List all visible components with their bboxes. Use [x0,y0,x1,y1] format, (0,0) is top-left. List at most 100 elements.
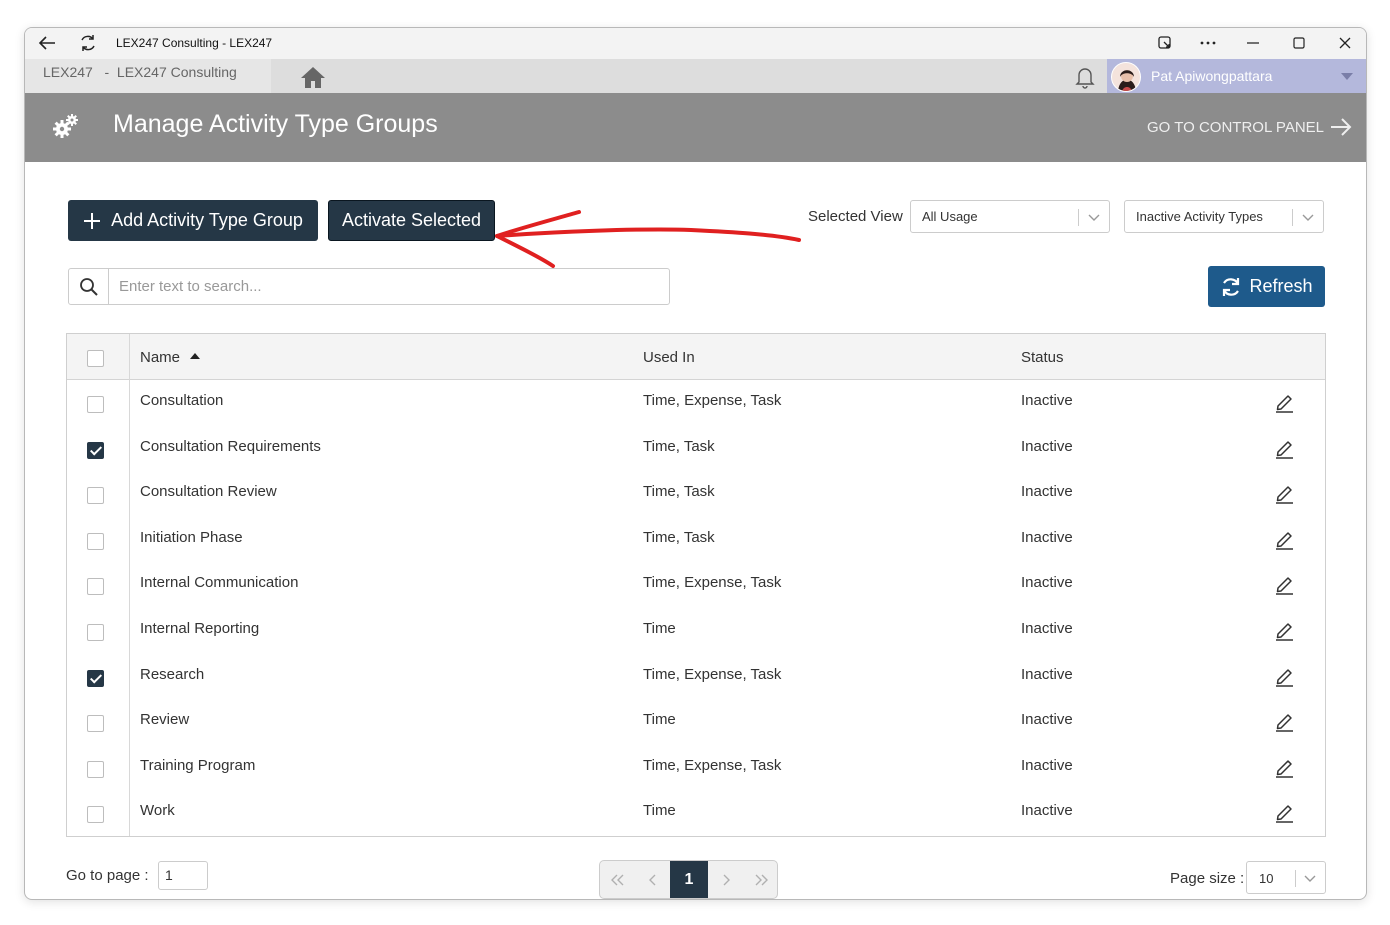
reload-icon[interactable] [76,32,100,54]
table-row[interactable]: Initiation Phase Time, Task Inactive [67,518,1325,564]
row-checkbox[interactable] [87,669,104,687]
row-used-in: Time, Expense, Task [643,392,782,409]
user-name[interactable]: Pat Apiwongpattara [1151,68,1272,84]
arrow-right-icon [1331,118,1352,136]
go-to-page-label: Go to page : [66,867,149,884]
browser-window: LEX247 Consulting - LEX247 LEX247 - LEX2… [24,27,1367,900]
edit-pencil-icon[interactable] [1274,710,1294,732]
edit-pencil-icon[interactable] [1274,528,1294,550]
table-row[interactable]: Consultation Review Time, Task Inactive [67,472,1325,518]
row-name: Research [140,665,205,683]
activity-type-groups-table: Name Used In Status Consultation Time, Ex… [66,333,1326,837]
row-checkbox[interactable] [87,578,104,596]
user-menu-caret-icon[interactable] [1341,73,1353,80]
edit-pencil-icon[interactable] [1274,665,1294,687]
pagination: 1 [599,860,778,899]
row-checkbox[interactable] [87,760,104,778]
add-button-label: Add Activity Type Group [111,210,303,230]
row-checkbox[interactable] [87,487,104,505]
search-input[interactable] [110,269,668,304]
table-row[interactable]: Work Time Inactive [67,791,1325,837]
table-row[interactable]: Consultation Time, Expense, Task Inactive [67,381,1325,427]
row-used-in: Time, Task [643,483,715,501]
add-activity-type-group-button[interactable]: Add Activity Type Group [68,200,318,241]
edit-pencil-icon[interactable] [1274,801,1294,824]
control-panel-link[interactable]: GO TO CONTROL PANEL [1147,118,1352,136]
column-header-used-in[interactable]: Used In [643,349,695,366]
window-title: LEX247 Consulting - LEX247 [116,36,273,50]
table-row[interactable]: Consultation Requirements Time, Task Inact… [67,427,1325,473]
page-size-label: Page size : [1170,870,1245,887]
activate-selected-button[interactable]: Activate Selected [328,200,495,241]
control-panel-link-label: GO TO CONTROL PANEL [1147,118,1324,136]
notifications-bell-icon[interactable] [1072,64,1098,90]
home-icon [301,67,325,88]
column-header-status[interactable]: Status [1021,349,1064,366]
refresh-button[interactable]: Refresh [1208,266,1325,307]
annotation-arrow-icon [495,210,801,268]
first-page-icon[interactable] [600,861,635,898]
column-header-name[interactable]: Name [140,349,201,366]
cast-icon[interactable] [1153,32,1177,54]
table-row[interactable]: Internal Communication Time, Expense, Tas… [67,563,1325,609]
row-name: Training Program [140,756,256,774]
chevron-down-icon [1302,214,1314,221]
more-options-icon[interactable] [1196,32,1220,54]
row-status: Inactive [1021,437,1073,455]
row-status: Inactive [1021,665,1073,683]
next-page-icon[interactable] [708,861,743,898]
status-filter-select[interactable]: Inactive Activity Types [1124,200,1324,233]
maximize-icon[interactable] [1287,32,1311,54]
row-status: Inactive [1021,711,1073,729]
edit-pencil-icon[interactable] [1274,619,1294,641]
row-checkbox[interactable] [87,715,104,733]
search-icon[interactable] [69,269,109,304]
current-page-button[interactable]: 1 [670,861,708,898]
row-used-in: Time, Expense, Task [643,756,782,774]
previous-page-icon[interactable] [635,861,670,898]
page-size-select[interactable]: 10 [1246,861,1326,894]
row-status: Inactive [1021,483,1073,501]
table-row[interactable]: Review Time Inactive [67,700,1325,746]
page-header: Manage Activity Type Groups GO TO CONTRO… [25,93,1366,162]
table-row[interactable]: Training Program Time, Expense, Task Inact… [67,746,1325,792]
row-checkbox[interactable] [87,396,104,413]
row-status: Inactive [1021,620,1073,637]
row-used-in: Time [643,711,676,729]
usage-select[interactable]: All Usage [910,200,1110,233]
row-name: Consultation Review [140,483,277,501]
close-icon[interactable] [1333,32,1357,54]
row-checkbox[interactable] [87,532,104,550]
minimize-icon[interactable] [1241,32,1265,54]
row-checkbox[interactable] [87,441,104,459]
breadcrumb[interactable]: LEX247 - LEX247 Consulting [25,59,271,93]
last-page-icon[interactable] [743,861,778,898]
row-checkbox[interactable] [87,624,104,641]
edit-pencil-icon[interactable] [1274,437,1294,459]
edit-pencil-icon[interactable] [1274,482,1294,504]
go-to-page-input[interactable]: 1 [158,861,208,890]
selected-view-label: Selected View [808,208,903,225]
row-used-in: Time, Expense, Task [643,574,782,592]
status-filter-value: Inactive Activity Types [1136,209,1263,224]
row-name: Review [140,711,190,729]
edit-pencil-icon[interactable] [1274,391,1294,413]
avatar[interactable] [1111,62,1141,92]
chevron-down-icon [1304,875,1316,882]
activate-button-label: Activate Selected [341,210,482,230]
table-row[interactable]: Internal Reporting Time Inactive [67,609,1325,655]
edit-pencil-icon[interactable] [1274,756,1294,778]
home-button[interactable] [295,61,331,93]
row-name: Consultation [140,392,224,409]
row-status: Inactive [1021,574,1073,592]
breadcrumb-text: LEX247 - LEX247 Consulting [43,64,237,80]
row-checkbox[interactable] [87,806,104,824]
table-header: Name Used In Status [67,334,1325,380]
table-row[interactable]: Research Time, Expense, Task Inactive [67,655,1325,701]
chevron-down-icon [1088,214,1100,221]
row-used-in: Time, Task [643,528,715,546]
select-all-checkbox[interactable] [87,350,104,367]
back-arrow-icon[interactable] [35,32,59,54]
row-used-in: Time [643,802,676,820]
edit-pencil-icon[interactable] [1274,573,1294,596]
